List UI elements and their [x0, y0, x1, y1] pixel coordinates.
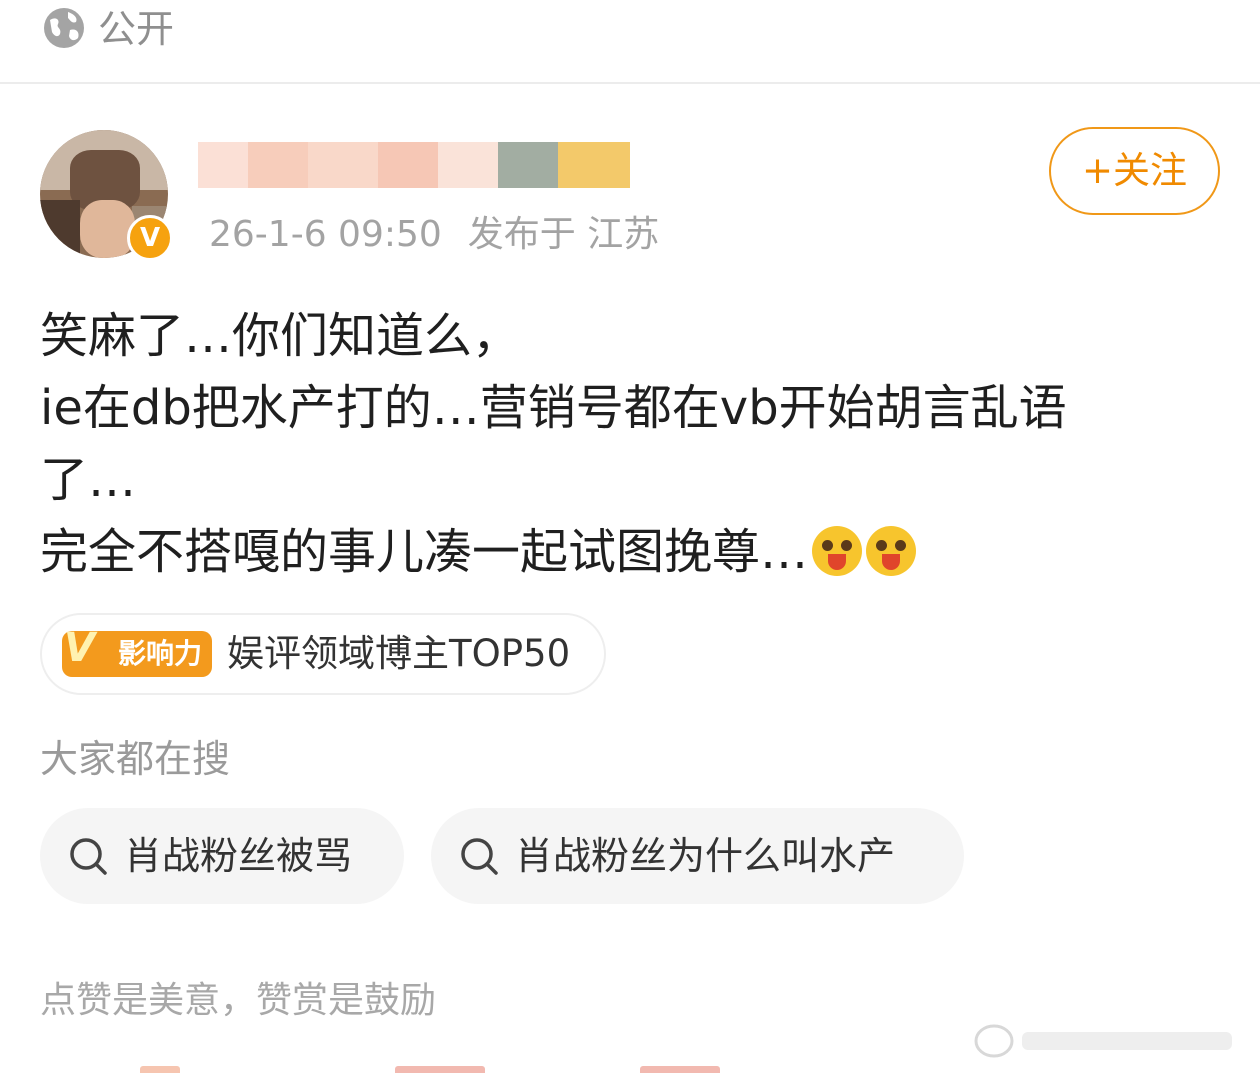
post-location: 发布于 江苏	[467, 214, 660, 255]
follow-button[interactable]: +关注	[1049, 127, 1220, 215]
influence-badge-label: 影响力	[117, 637, 202, 670]
post-text-line: 笑麻了…你们知道么，	[40, 308, 521, 364]
reward-text: 点赞是美意，赞赏是鼓励	[40, 980, 437, 1021]
watermark-logo-icon	[974, 1024, 1232, 1058]
influence-pill[interactable]: V 影响力 娱评领域博主TOP50	[40, 613, 606, 695]
post-text: 笑麻了…你们知道么， ie在db把水产打的…营销号都在vb开始胡言乱语 了… 完…	[40, 300, 1215, 588]
search-chip[interactable]: 肖战粉丝被骂	[40, 808, 404, 904]
post-meta: 26-1-6 09:50 发布于 江苏	[209, 210, 659, 260]
v-icon: V	[64, 625, 95, 671]
search-chip-label: 肖战粉丝为什么叫水产	[515, 834, 896, 878]
post-text-line: ie在db把水产打的…营销号都在vb开始胡言乱语	[40, 380, 1067, 436]
globe-icon	[44, 8, 84, 48]
search-chip[interactable]: 肖战粉丝为什么叫水产	[431, 808, 964, 904]
post-text-line: 完全不搭嘎的事儿凑一起试图挽尊…	[40, 524, 809, 580]
search-heading: 大家都在搜	[40, 737, 231, 781]
username-redacted[interactable]	[198, 142, 630, 188]
search-icon	[70, 838, 107, 875]
verified-badge-icon: V	[127, 215, 173, 261]
post-text-line: 了…	[40, 452, 137, 508]
post-text-line-last: 完全不搭嘎的事儿凑一起试图挽尊…	[40, 516, 1215, 588]
drooling-emoji-icon	[866, 526, 917, 576]
influence-badge: V 影响力	[62, 625, 212, 677]
visibility-label: 公开	[98, 7, 175, 51]
search-icon	[461, 838, 498, 875]
post-timestamp: 26-1-6 09:50	[209, 214, 442, 255]
visibility-bar: 公开	[0, 0, 1260, 84]
search-chip-label: 肖战粉丝被骂	[124, 834, 353, 878]
influence-text: 娱评领域博主TOP50	[227, 632, 571, 675]
drooling-emoji-icon	[812, 526, 863, 576]
